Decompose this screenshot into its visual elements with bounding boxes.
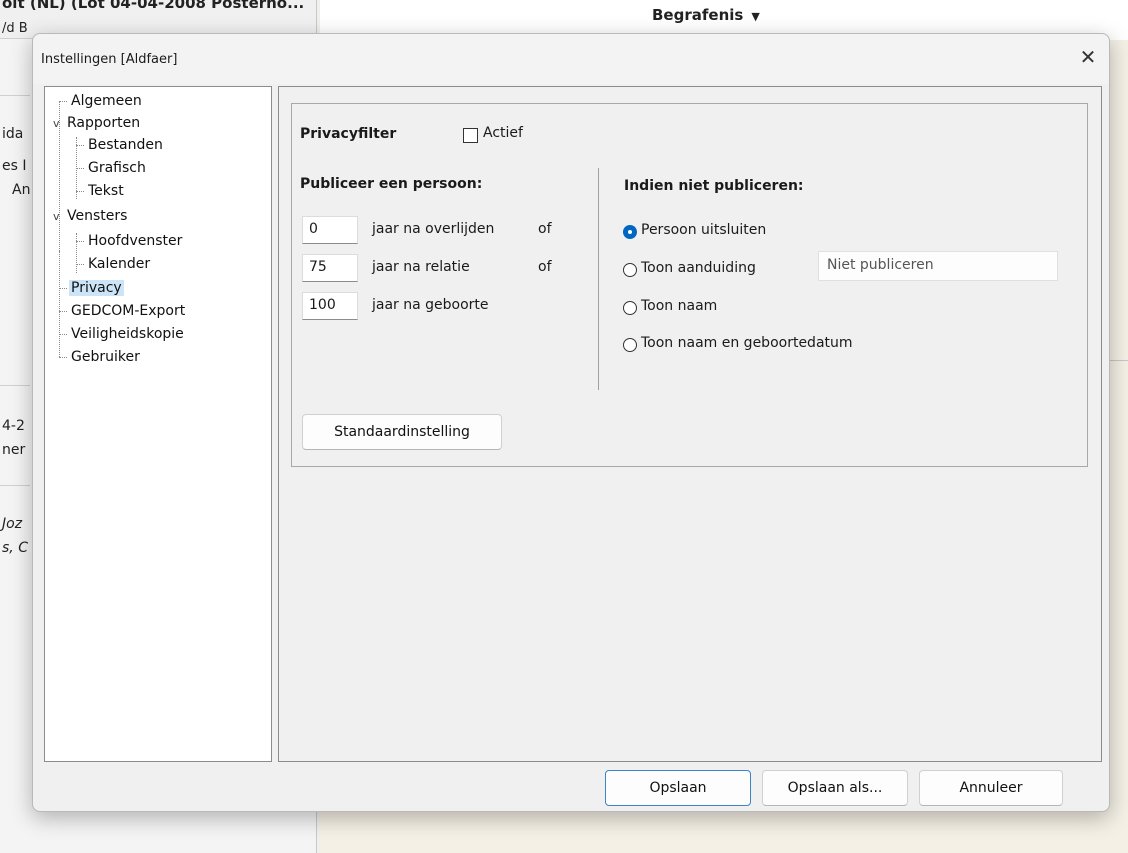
toon-naam-geboortedatum-label[interactable]: Toon naam en geboortedatum [641,335,853,351]
tree-item-label: Rapporten [67,115,141,131]
bg-begrafenis-tab[interactable]: Begrafenis ▼ [652,6,760,24]
close-icon[interactable]: ✕ [1073,42,1103,72]
jaar-relatie-input[interactable]: 75 [302,254,358,282]
standaardinstelling-button[interactable]: Standaardinstelling [302,414,502,450]
jaar-geboorte-label: jaar na geboorte [372,297,489,313]
privacy-panel: Privacyfilter Actief Publiceer een perso… [278,86,1102,762]
actief-label[interactable]: Actief [483,125,523,141]
publish-heading: Publiceer een persoon: [300,176,483,192]
toon-naam-geboortedatum-radio[interactable] [623,338,637,352]
tree-item-gedcom-export[interactable]: GEDCOM-Export [59,300,187,322]
chevron-down-icon[interactable]: v [53,206,65,228]
tree-connector [76,144,84,146]
chevron-down-icon[interactable]: v [53,113,65,135]
toon-naam-radio[interactable] [623,301,637,315]
tree-connector [76,263,84,265]
bg-divider [0,485,30,486]
tree-connector [59,310,67,312]
tree-item-label: Grafisch [88,160,146,176]
bg-peek-text: An [12,182,31,198]
tree-item-tekst[interactable]: Tekst [76,180,126,202]
bg-divider [0,95,30,96]
tree-item-privacy[interactable]: Privacy [59,277,124,299]
settings-tree[interactable]: Algemeen v Rapporten Bestanden Grafisch T… [44,86,272,762]
not-publish-heading: Indien niet publiceren: [624,178,804,194]
bg-peek-text: Joz [2,516,23,532]
tree-connector [59,356,67,358]
persoon-uitsluiten-label[interactable]: Persoon uitsluiten [641,222,766,238]
toon-naam-label[interactable]: Toon naam [641,298,717,314]
jaar-overlijden-label: jaar na overlijden [372,221,495,237]
bg-peek-text: ida [2,126,24,142]
bg-peek-text: s, C [2,540,28,556]
tree-connector [76,190,84,192]
tree-connector [76,167,84,169]
of-label: of [538,221,552,237]
settings-dialog: Instellingen [Aldfaer] ✕ Algemeen v Rappo… [32,33,1110,812]
tree-item-label: Gebruiker [71,349,140,365]
bg-begrafenis-label: Begrafenis [652,6,744,24]
tree-item-label: GEDCOM-Export [71,303,186,319]
bg-left-title: oit (NL) (Lot 04-04-2008 Posterno... [2,0,305,12]
tree-connector [59,100,67,102]
tree-item-hoofdvenster[interactable]: Hoofdvenster [76,230,184,252]
jaar-geboorte-input[interactable]: 100 [302,292,358,320]
tree-connector [76,240,84,242]
privacy-filter-label: Privacyfilter [300,126,397,142]
tree-connector [59,333,67,335]
dropdown-arrow-icon: ▼ [751,10,760,23]
save-as-button[interactable]: Opslaan als... [762,770,908,806]
tree-item-grafisch[interactable]: Grafisch [76,157,148,179]
tree-connector [59,287,67,289]
of-label: of [538,259,552,275]
tree-item-algemeen[interactable]: Algemeen [59,90,144,112]
toon-aanduiding-label[interactable]: Toon aanduiding [641,260,756,276]
column-divider [598,168,599,390]
privacy-group: Privacyfilter Actief Publiceer een perso… [291,103,1088,467]
tree-item-bestanden[interactable]: Bestanden [76,134,165,156]
actief-checkbox[interactable] [463,128,478,143]
dialog-titlebar[interactable]: Instellingen [Aldfaer] ✕ [33,34,1109,84]
jaar-relatie-label: jaar na relatie [372,259,470,275]
tree-item-kalender[interactable]: Kalender [76,253,152,275]
tree-item-label: Kalender [88,256,151,272]
tree-item-vensters[interactable]: v Vensters [53,205,129,227]
dialog-title: Instellingen [Aldfaer] [41,52,178,67]
tree-item-label: Vensters [67,208,128,224]
tree-item-gebruiker[interactable]: Gebruiker [59,346,142,368]
jaar-overlijden-input[interactable]: 0 [302,216,358,244]
tree-item-label: Bestanden [88,137,163,153]
bg-left-subtitle: /d B [2,21,28,36]
bg-peek-text: 4-2 [2,418,25,434]
save-button[interactable]: Opslaan [605,770,751,806]
toon-aanduiding-radio[interactable] [623,263,637,277]
tree-item-label: Hoofdvenster [88,233,183,249]
tree-item-label: Tekst [88,183,124,199]
tree-item-label: Privacy [69,280,124,296]
bg-peek-text: ner [2,442,26,458]
persoon-uitsluiten-radio[interactable] [623,225,637,239]
cancel-button[interactable]: Annuleer [919,770,1063,806]
tree-item-label: Veiligheidskopie [71,326,184,342]
aanduiding-input[interactable]: Niet publiceren [818,251,1058,281]
tree-item-rapporten[interactable]: v Rapporten [53,112,142,134]
tree-item-veiligheidskopie[interactable]: Veiligheidskopie [59,323,186,345]
tree-item-label: Algemeen [71,93,142,109]
bg-peek-text: es I [2,158,27,174]
bg-divider [0,385,30,386]
bg-divider [1108,360,1128,361]
